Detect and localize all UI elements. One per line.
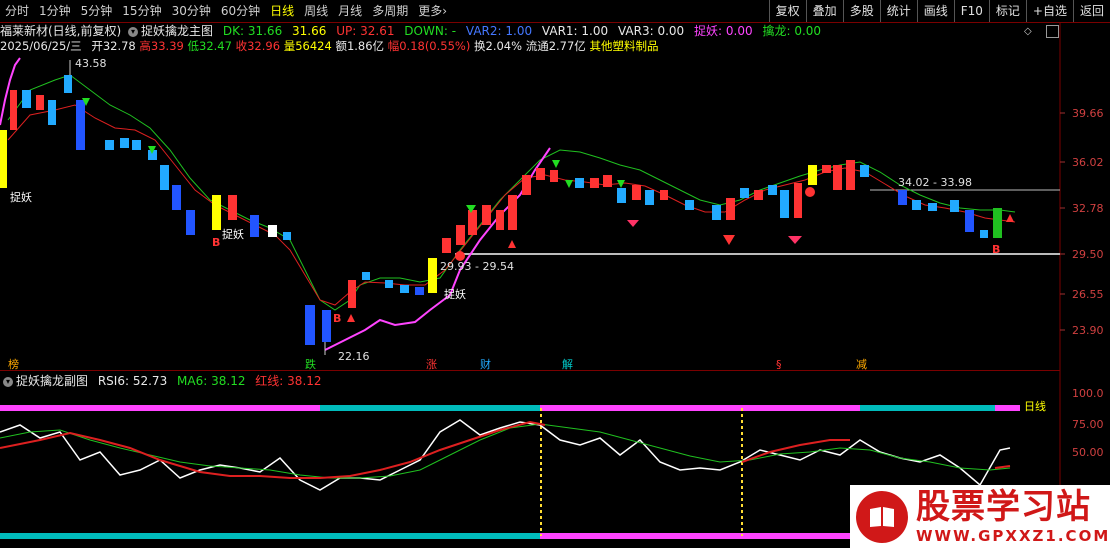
range-label-1: 29.93 - 29.54 [440,260,514,273]
up-arrow-icon [508,240,516,248]
price-axis-label: 26.55 [1072,288,1104,301]
range-label-2: 34.02 - 33.98 [898,176,972,189]
signal-dot-icon [455,251,465,261]
watermark: 股票学习站 WWW.GPXXZ1.COM [850,485,1110,548]
ma-green-line [7,74,1016,311]
price-axis-label: 39.66 [1072,107,1104,120]
daily-band-label: 日线 [1024,399,1046,413]
book-logo-icon [856,491,908,543]
price-axis-label: 29.50 [1072,248,1104,261]
sub-axis: 100.0 75.00 50.00 [1072,387,1104,459]
event-tag[interactable]: 涨 [426,358,437,371]
diamond-icon [627,220,639,227]
price-axis-label: 36.02 [1072,156,1104,169]
candlesticks[interactable] [0,75,1002,345]
down-arrow-icon [552,160,560,168]
high-price-label: 43.58 [75,57,107,70]
ma6-line [0,423,1011,479]
down-arrow-icon [565,180,573,188]
event-tag[interactable]: 财 [480,357,491,371]
event-tag[interactable]: § [776,358,782,371]
event-tag[interactable]: 解 [562,357,573,371]
price-axis-label: 23.90 [1072,324,1104,337]
ma-magenta-line-2 [324,147,551,351]
buy-marker: B [992,243,1000,256]
redline [0,420,546,479]
sub-axis-label: 50.00 [1072,446,1104,459]
redline-3 [994,465,1011,469]
watermark-url: WWW.GPXXZ1.COM [916,527,1110,545]
event-tag[interactable]: 减 [856,358,867,371]
buy-marker: B [333,312,341,325]
signal-dot-icon [805,187,815,197]
watermark-title: 股票学习站 [916,487,1091,527]
zhuoyao-signal-label: 捉妖 [222,227,244,241]
price-axis-label: 32.78 [1072,202,1104,215]
sub-axis-label: 100.0 [1072,387,1104,400]
buy-marker: B [212,236,220,249]
up-arrow-icon [347,314,355,322]
zhuoyao-signal-label: 捉妖 [444,287,466,301]
event-tags: 榜 跌 涨 财 解 § 减 [8,357,867,371]
event-tag[interactable]: 跌 [305,357,316,371]
up-arrow-icon [1006,214,1014,222]
event-tag[interactable]: 榜 [8,357,19,371]
sub-axis-label: 75.00 [1072,418,1104,431]
kline-chart[interactable]: 39.66 36.02 32.78 29.50 26.55 23.90 100.… [0,0,1110,548]
hourglass-icon [723,235,735,245]
price-axis: 39.66 36.02 32.78 29.50 26.55 23.90 [1060,107,1104,337]
zhuoyao-signal-label: 捉妖 [10,190,32,204]
diamond-icon [788,236,802,244]
low-price-label: 22.16 [338,350,370,363]
